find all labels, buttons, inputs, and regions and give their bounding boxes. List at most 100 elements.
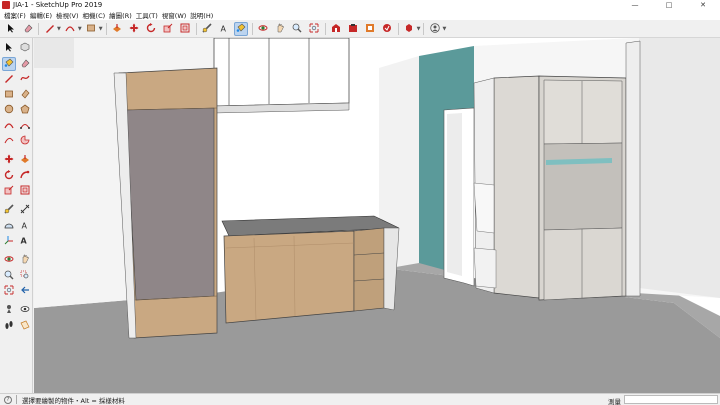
- doorway-inner: [447, 113, 462, 276]
- polygon-palette-button[interactable]: [18, 103, 32, 117]
- 3d-warehouse-icon: [331, 23, 341, 35]
- rotated-rectangle-palette-button[interactable]: [18, 88, 32, 102]
- protractor-palette-button[interactable]: [2, 219, 16, 233]
- dimension-icon: [20, 204, 30, 216]
- eraser-palette-button[interactable]: [18, 57, 32, 71]
- look-around-icon: [20, 304, 30, 316]
- zoom-extents-tool-button[interactable]: [307, 22, 321, 36]
- account-icon: [430, 22, 440, 35]
- move-tool-button[interactable]: [127, 22, 141, 36]
- arc-palette-button[interactable]: [2, 119, 16, 133]
- 3d-warehouse-tool-button[interactable]: [329, 22, 343, 36]
- close-button[interactable]: ✕: [686, 0, 720, 10]
- tape-measure-palette-button[interactable]: [2, 203, 16, 217]
- zoom-extents-palette-button[interactable]: [2, 284, 16, 298]
- zoom-window-palette-button[interactable]: [18, 269, 32, 283]
- pan-palette-button[interactable]: [18, 253, 32, 267]
- component-icon: [20, 42, 30, 54]
- tool-palette: AA: [0, 38, 33, 393]
- pie-icon: [20, 135, 30, 147]
- dropdown-arrow-icon[interactable]: ▼: [442, 26, 446, 32]
- menu-item-2[interactable]: 檢視(V): [54, 10, 81, 20]
- section-plane-palette-button[interactable]: [18, 319, 32, 333]
- paint-bucket-palette-button[interactable]: [2, 56, 16, 71]
- menu-item-0[interactable]: 檔案(F): [2, 10, 28, 20]
- position-camera-palette-button[interactable]: [2, 303, 16, 317]
- text-tool-button[interactable]: A: [217, 22, 231, 36]
- eraser-icon: [23, 23, 33, 35]
- rectangle-palette-button[interactable]: [2, 88, 16, 102]
- tape-measure-tool-button[interactable]: [200, 22, 214, 36]
- layout-icon: [365, 23, 375, 35]
- menu-item-7[interactable]: 說明(H): [188, 10, 215, 20]
- zoom-palette-button[interactable]: [2, 269, 16, 283]
- scale-tool-button[interactable]: [161, 22, 175, 36]
- offset-palette-button[interactable]: [18, 184, 32, 198]
- paint-bucket-tool-button[interactable]: [234, 21, 249, 36]
- menu-item-1[interactable]: 編輯(E): [28, 10, 54, 20]
- walk-palette-button[interactable]: [2, 319, 16, 333]
- model-viewport[interactable]: [34, 38, 720, 393]
- menu-item-6[interactable]: 視窗(W): [160, 10, 189, 20]
- rotate-palette-button[interactable]: [2, 169, 16, 183]
- rotate-tool-button[interactable]: [144, 22, 158, 36]
- menu-item-5[interactable]: 工具(T): [134, 10, 160, 20]
- pie-palette-button[interactable]: [18, 134, 32, 148]
- paint-bucket-icon: [4, 58, 14, 70]
- ruby-tool-button[interactable]: [402, 22, 416, 36]
- tall-wood-cabinet: [113, 67, 218, 339]
- position-camera-icon: [4, 304, 14, 316]
- 3d-scene[interactable]: [34, 38, 720, 393]
- text-palette-button[interactable]: A: [18, 219, 32, 233]
- shape-rectangle-tool-button[interactable]: [84, 22, 98, 36]
- account-tool-button[interactable]: [428, 22, 442, 36]
- svg-text:A: A: [21, 237, 28, 246]
- push-pull-icon: [112, 23, 122, 35]
- menu-item-3[interactable]: 相機(C): [81, 10, 108, 20]
- menu-item-4[interactable]: 繪圖(R): [107, 10, 134, 20]
- three-point-arc-palette-button[interactable]: [2, 134, 16, 148]
- pencil-palette-button[interactable]: [2, 72, 16, 86]
- move-icon: [4, 154, 14, 166]
- follow-me-icon: [20, 170, 30, 182]
- push-pull-tool-button[interactable]: [110, 22, 124, 36]
- dropdown-arrow-icon[interactable]: ▼: [78, 26, 82, 32]
- minimize-button[interactable]: —: [618, 0, 652, 10]
- dropdown-arrow-icon[interactable]: ▼: [417, 26, 421, 32]
- maximize-button[interactable]: □: [652, 0, 686, 10]
- orbit-palette-button[interactable]: [2, 253, 16, 267]
- follow-me-palette-button[interactable]: [18, 169, 32, 183]
- rotate-icon: [4, 169, 14, 182]
- extension-manager-tool-button[interactable]: [380, 22, 394, 36]
- look-around-palette-button[interactable]: [18, 303, 32, 317]
- two-point-arc-palette-button[interactable]: [18, 119, 32, 133]
- axes-palette-button[interactable]: [2, 234, 16, 248]
- dimension-palette-button[interactable]: [18, 203, 32, 217]
- previous-view-palette-button[interactable]: [18, 284, 32, 298]
- protractor-icon: [4, 220, 14, 232]
- arc-tool-button[interactable]: [63, 22, 77, 36]
- zoom-tool-button[interactable]: [290, 22, 304, 36]
- offset-tool-button[interactable]: [178, 22, 192, 36]
- line-pencil-tool-button[interactable]: [43, 22, 57, 36]
- eraser-tool-button[interactable]: [21, 22, 35, 36]
- 3d-text-icon: A: [20, 235, 30, 247]
- layout-tool-button[interactable]: [363, 22, 377, 36]
- svg-text:A: A: [22, 221, 28, 230]
- extension-warehouse-tool-button[interactable]: [346, 22, 360, 36]
- measurements-input[interactable]: [624, 395, 718, 404]
- component-palette-button[interactable]: [18, 41, 32, 55]
- circle-palette-button[interactable]: [2, 103, 16, 117]
- scale-palette-button[interactable]: [2, 184, 16, 198]
- info-icon[interactable]: ?: [4, 395, 12, 404]
- 3d-text-palette-button[interactable]: A: [18, 234, 32, 248]
- pan-tool-button[interactable]: [273, 22, 287, 36]
- select-arrow-palette-button[interactable]: [2, 41, 16, 55]
- move-palette-button[interactable]: [2, 153, 16, 167]
- select-arrow-tool-button[interactable]: [4, 22, 18, 36]
- push-pull-palette-button[interactable]: [18, 153, 32, 167]
- freehand-palette-button[interactable]: [18, 72, 32, 86]
- orbit-tool-button[interactable]: [256, 22, 270, 36]
- dropdown-arrow-icon[interactable]: ▼: [57, 26, 61, 32]
- dropdown-arrow-icon[interactable]: ▼: [99, 26, 103, 32]
